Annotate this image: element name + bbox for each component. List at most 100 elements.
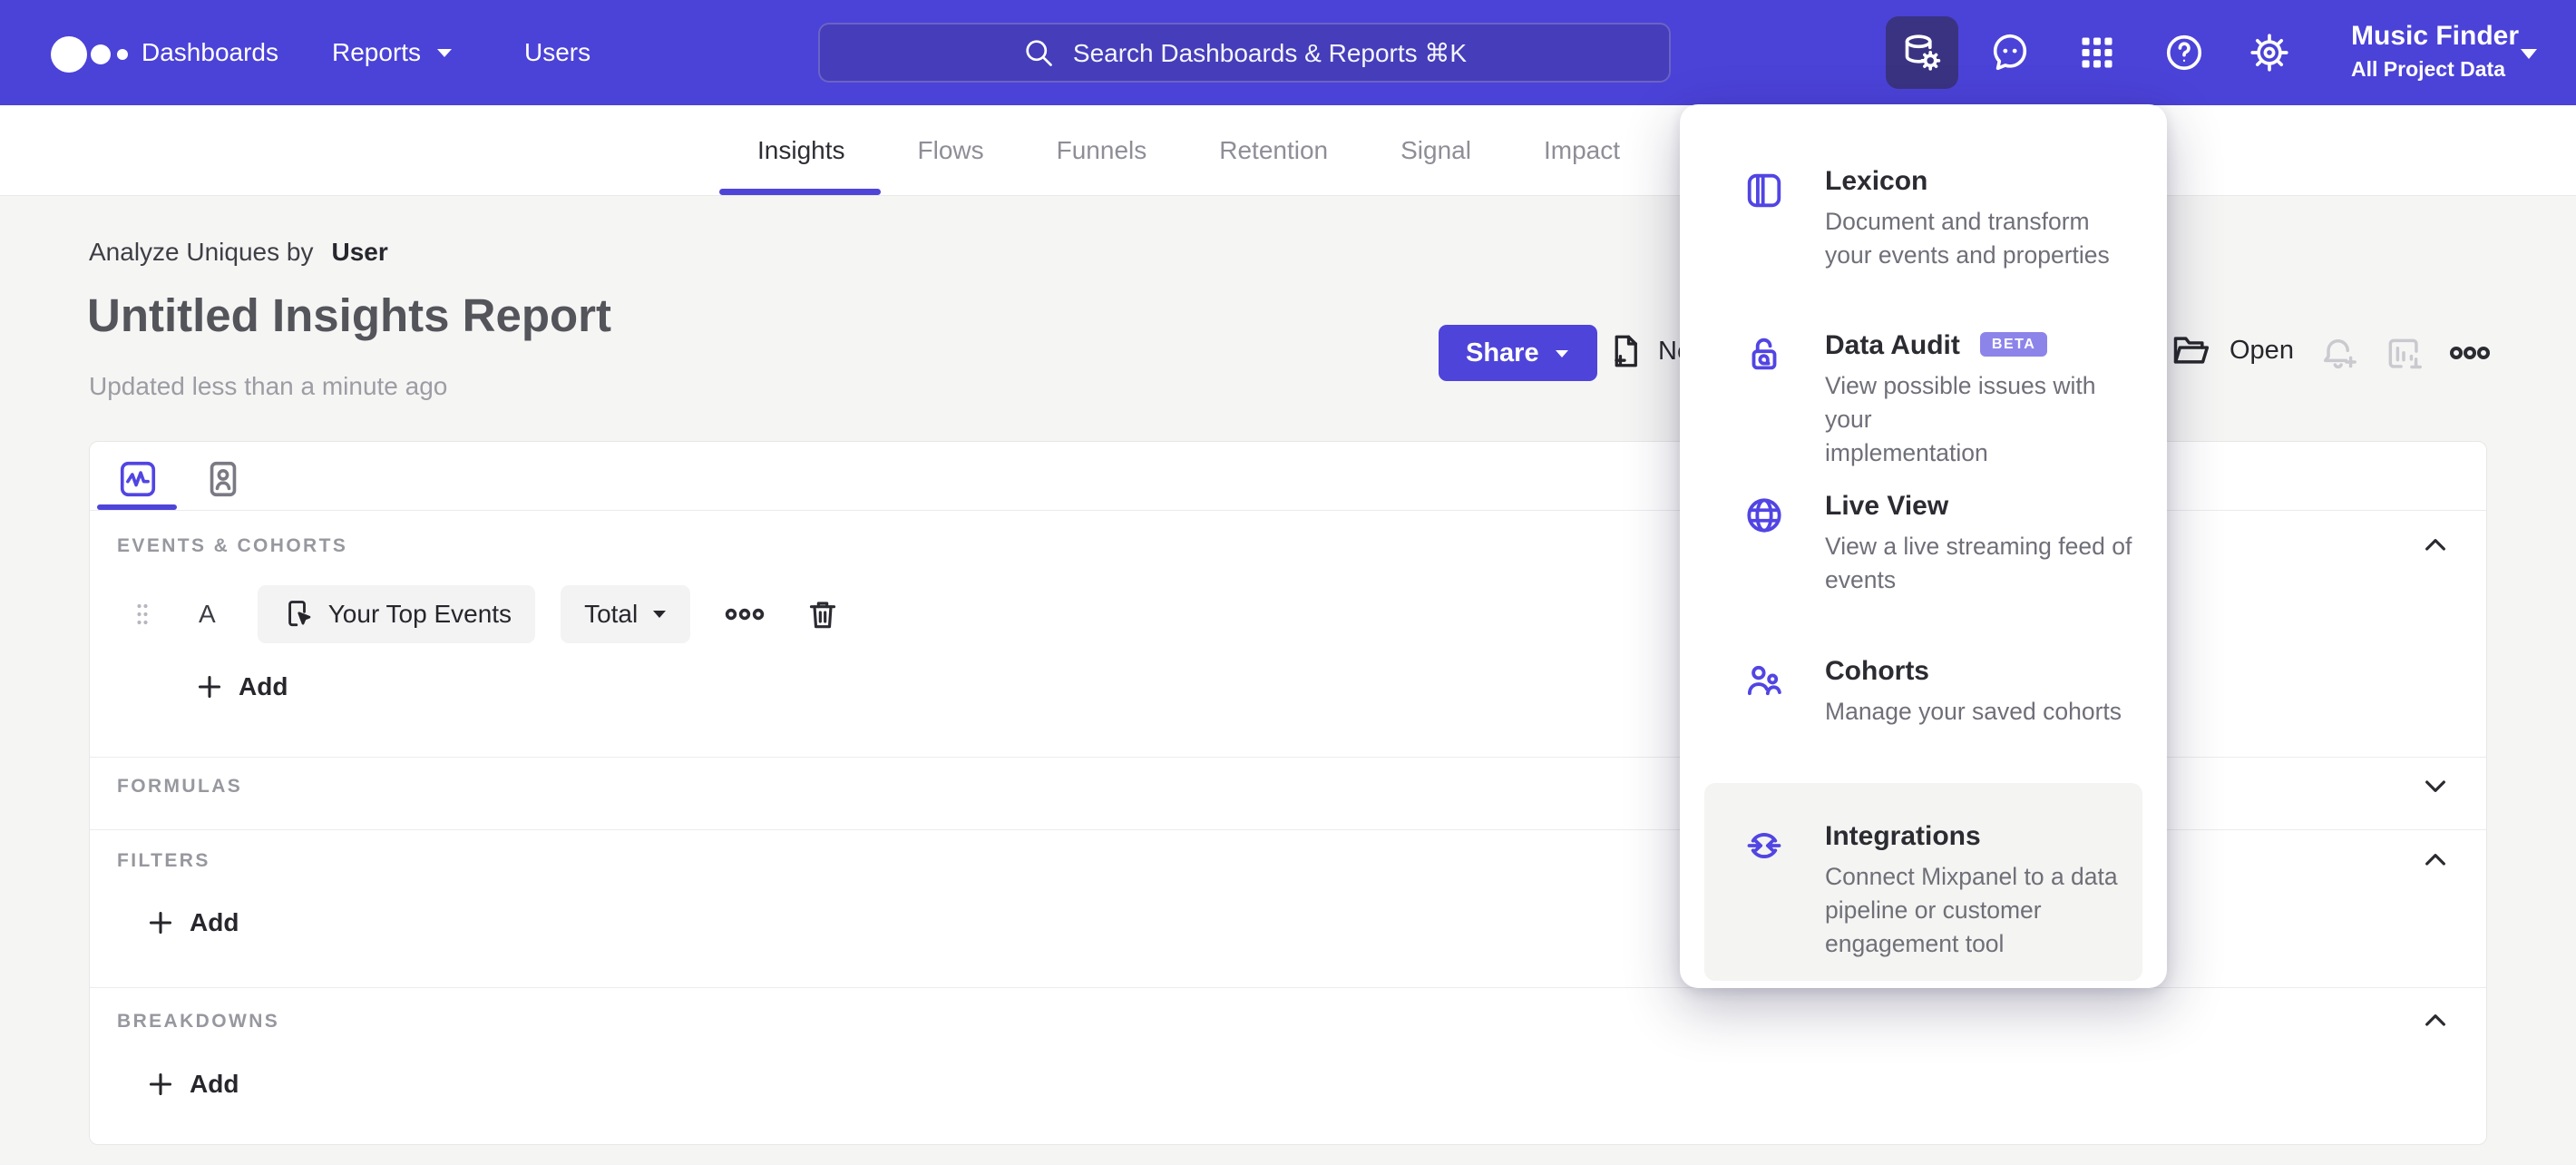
more-options-button[interactable]: [2449, 341, 2491, 365]
nav-link-label: Reports: [332, 38, 422, 66]
caret-down-icon: [437, 49, 453, 57]
create-alert-button[interactable]: [2318, 334, 2358, 374]
help-icon: [2166, 34, 2202, 71]
menu-item-live-view[interactable]: Live View View a live streaming feed of …: [1743, 489, 2142, 597]
top-navigation-bar: Dashboards Reports Users Search Dashboar…: [0, 0, 2576, 105]
section-label-events: EVENTS & COHORTS: [117, 535, 348, 556]
data-management-dropdown: Lexicon Document and transform your even…: [1680, 104, 2167, 988]
help-button[interactable]: [2148, 16, 2220, 89]
section-label-filters: FILTERS: [117, 850, 210, 871]
mixpanel-logo-icon[interactable]: [51, 34, 134, 74]
tab-retention[interactable]: Retention: [1219, 105, 1328, 196]
menu-item-title: Lexicon: [1825, 166, 1928, 196]
plus-icon: [149, 911, 172, 935]
beta-badge: BETA: [1979, 331, 2048, 357]
menu-item-desc: View possible issues with your implement…: [1825, 372, 2096, 466]
tab-insights[interactable]: Insights: [757, 105, 845, 196]
settings-button[interactable]: [2233, 16, 2306, 89]
feedback-button[interactable]: [1974, 16, 2046, 89]
event-row-more-button[interactable]: [725, 603, 765, 625]
plus-icon: [149, 1072, 172, 1096]
menu-item-lexicon[interactable]: Lexicon Document and transform your even…: [1743, 164, 2142, 272]
insights-pulse-icon: [120, 461, 156, 497]
menu-item-desc: View a live streaming feed of events: [1825, 533, 2132, 593]
expand-formulas-chevron-down-icon[interactable]: [2421, 771, 2450, 800]
project-name: Music Finder: [2351, 21, 2520, 51]
menu-item-integrations[interactable]: Integrations Connect Mixpanel to a data …: [1743, 819, 2142, 961]
add-filter-button[interactable]: Add: [148, 908, 239, 937]
tab-impact[interactable]: Impact: [1544, 105, 1620, 196]
apps-grid-icon: [2082, 37, 2113, 68]
minitab-metrics[interactable]: [117, 458, 159, 500]
tab-signal[interactable]: Signal: [1400, 105, 1471, 196]
add-to-dashboard-button[interactable]: [2384, 334, 2424, 374]
event-row-a: A Your Top Events Total: [135, 585, 841, 643]
data-audit-lock-icon: [1743, 334, 1785, 470]
section-label-breakdowns: BREAKDOWNS: [117, 1011, 280, 1032]
bell-plus-icon: [2323, 339, 2356, 369]
menu-item-title: Data Audit BETA: [1825, 328, 2142, 363]
apps-grid-button[interactable]: [2061, 16, 2133, 89]
series-letter: A: [199, 600, 216, 628]
search-icon: [1026, 40, 1052, 66]
report-tab-strip: Insights Flows Funnels Retention Signal …: [0, 105, 2576, 196]
menu-item-cohorts[interactable]: Cohorts Manage your saved cohorts: [1743, 654, 2142, 729]
event-name: Your Top Events: [327, 600, 512, 628]
drag-handle[interactable]: [135, 602, 150, 626]
caret-down-icon: [1555, 349, 1568, 357]
analyze-prefix-label: Analyze Uniques by: [89, 238, 314, 266]
delete-event-button[interactable]: [805, 596, 841, 632]
cohorts-people-icon: [1743, 660, 1785, 729]
more-icon: [2450, 347, 2490, 359]
add-chart-icon: [2388, 338, 2422, 369]
section-label-formulas: FORMULAS: [117, 776, 243, 797]
tab-flows[interactable]: Flows: [918, 105, 984, 196]
menu-item-desc: Document and transform your events and p…: [1825, 208, 2110, 269]
collapse-events-chevron-up-icon[interactable]: [2421, 531, 2450, 560]
open-report-button[interactable]: Open: [2170, 330, 2294, 370]
add-label: Add: [190, 1070, 239, 1098]
metric-dropdown[interactable]: Total: [561, 585, 691, 643]
nav-link-label: Users: [524, 38, 591, 66]
collapse-filters-chevron-up-icon[interactable]: [2421, 846, 2450, 875]
data-management-button[interactable]: [1886, 16, 1958, 89]
menu-item-title: Integrations: [1825, 821, 1981, 851]
lexicon-icon: [1743, 170, 1785, 272]
add-label: Add: [239, 672, 288, 700]
caret-down-icon: [653, 611, 667, 618]
minitab-profiles[interactable]: [202, 458, 244, 500]
tab-funnels[interactable]: Funnels: [1057, 105, 1147, 196]
search-placeholder: Search Dashboards & Reports ⌘K: [1072, 38, 1468, 67]
nav-link-dashboards[interactable]: Dashboards: [141, 0, 278, 105]
integrations-sync-icon: [1743, 825, 1785, 961]
add-label: Add: [190, 908, 239, 936]
project-scope: All Project Data: [2351, 57, 2505, 81]
nav-link-users[interactable]: Users: [524, 0, 590, 105]
open-label: Open: [2230, 335, 2294, 365]
live-view-globe-icon: [1743, 494, 1785, 597]
updated-timestamp: Updated less than a minute ago: [89, 372, 448, 400]
menu-item-title: Cohorts: [1825, 656, 1929, 686]
add-breakdown-button[interactable]: Add: [148, 1070, 239, 1099]
analyze-entity-dropdown[interactable]: User: [331, 238, 387, 266]
page-title: Untitled Insights Report: [87, 289, 611, 341]
collapse-breakdowns-chevron-up-icon[interactable]: [2421, 1006, 2450, 1035]
add-event-button[interactable]: Add: [197, 672, 288, 701]
gear-icon: [2250, 34, 2288, 72]
nav-link-reports[interactable]: Reports: [332, 0, 454, 105]
open-folder-icon: [2173, 337, 2210, 364]
event-icon: [288, 601, 311, 627]
menu-item-title: Live View: [1825, 491, 1949, 521]
data-management-icon: [1905, 34, 1941, 71]
menu-item-desc: Connect Mixpanel to a data pipeline or c…: [1825, 863, 2118, 957]
plus-icon: [198, 675, 221, 699]
project-selector[interactable]: Music Finder All Project Data: [2351, 18, 2519, 83]
feedback-bubble-icon: [1993, 34, 2027, 71]
more-icon: [726, 608, 765, 621]
share-button[interactable]: Share: [1439, 325, 1597, 381]
project-caret-down-icon[interactable]: [2518, 47, 2540, 60]
trash-icon: [810, 602, 836, 629]
menu-item-data-audit[interactable]: Data Audit BETA View possible issues wit…: [1743, 328, 2142, 470]
event-picker-button[interactable]: Your Top Events: [257, 585, 536, 643]
search-input[interactable]: Search Dashboards & Reports ⌘K: [818, 23, 1671, 83]
